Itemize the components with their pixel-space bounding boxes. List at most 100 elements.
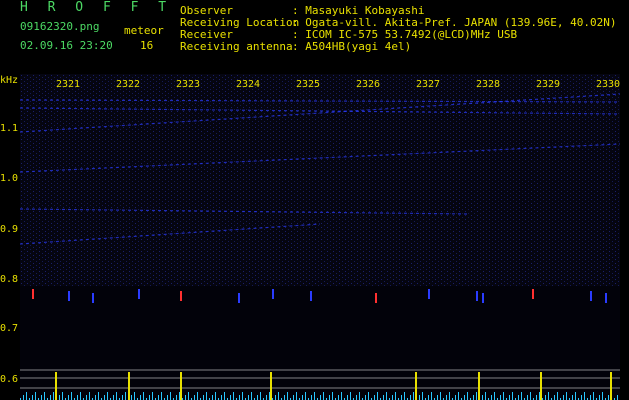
level-bar <box>95 395 96 400</box>
meteor-echo <box>238 293 240 303</box>
level-bar <box>455 395 456 400</box>
level-bar <box>113 395 114 400</box>
level-bar <box>302 395 303 400</box>
level-bar <box>149 395 150 400</box>
level-bar <box>575 392 576 400</box>
level-bar <box>359 392 360 400</box>
meteor-spike <box>478 372 480 400</box>
level-bar <box>320 395 321 400</box>
level-bar <box>431 392 432 400</box>
time-tick-label: 2325 <box>296 79 321 90</box>
level-bar <box>143 392 144 400</box>
meteor-echo <box>375 293 377 303</box>
time-tick-label: 2327 <box>416 79 441 90</box>
level-bar <box>311 395 312 400</box>
detect-label: meteor <box>124 24 164 37</box>
level-bar <box>608 395 609 400</box>
quiet-band <box>20 286 620 400</box>
level-bar <box>458 392 459 400</box>
freq-tick-label: 1.0 <box>0 173 19 184</box>
level-bar <box>53 392 54 400</box>
meteor-echo <box>482 293 484 303</box>
level-bar <box>194 395 195 400</box>
level-bar <box>278 392 279 400</box>
level-bar <box>392 395 393 400</box>
level-bar <box>233 392 234 400</box>
level-bar <box>323 392 324 400</box>
level-bar <box>239 395 240 400</box>
meteor-spike <box>610 372 612 400</box>
level-bar <box>71 392 72 400</box>
level-bar <box>518 395 519 400</box>
freq-tick-label: 1.1 <box>0 123 19 134</box>
level-bar <box>98 392 99 400</box>
level-bar <box>593 392 594 400</box>
level-bar <box>77 395 78 400</box>
level-bar <box>44 392 45 400</box>
level-bar <box>206 392 207 400</box>
meteor-echo <box>605 293 607 303</box>
level-bar <box>437 395 438 400</box>
level-bar <box>275 395 276 400</box>
level-bar <box>584 392 585 400</box>
level-bar <box>260 392 261 400</box>
level-bar <box>368 392 369 400</box>
level-bar <box>383 395 384 400</box>
level-bar <box>539 392 540 400</box>
level-bar <box>224 392 225 400</box>
level-bar <box>413 392 414 400</box>
noise-field <box>20 74 620 286</box>
time-tick-label: 2328 <box>476 79 501 90</box>
level-bar <box>62 392 63 400</box>
level-bar <box>386 392 387 400</box>
level-bar <box>374 395 375 400</box>
level-bar <box>41 395 42 400</box>
level-bar <box>365 395 366 400</box>
level-bar <box>230 395 231 400</box>
meteor-echo <box>32 289 34 299</box>
level-bar <box>167 395 168 400</box>
level-bar <box>242 392 243 400</box>
level-bar <box>566 392 567 400</box>
level-bar <box>131 395 132 400</box>
unit-label: kHz <box>0 75 19 86</box>
level-bar <box>554 395 555 400</box>
level-bar <box>491 395 492 400</box>
level-bar <box>377 392 378 400</box>
level-bar <box>68 395 69 400</box>
level-bar <box>440 392 441 400</box>
level-bar <box>494 392 495 400</box>
meteor-spike <box>540 372 542 400</box>
level-bar <box>602 392 603 400</box>
level-bar <box>467 392 468 400</box>
time-tick-label: 2321 <box>56 79 81 90</box>
meteor-echo <box>92 293 94 303</box>
level-bar <box>347 395 348 400</box>
level-bar <box>215 392 216 400</box>
level-bar <box>449 392 450 400</box>
spectrogram-plot <box>20 74 620 400</box>
level-bar <box>35 392 36 400</box>
level-bar <box>185 395 186 400</box>
level-bar <box>221 395 222 400</box>
level-bar <box>212 395 213 400</box>
freq-tick-label: 0.6 <box>0 374 19 385</box>
level-bar <box>599 395 600 400</box>
level-bar <box>257 395 258 400</box>
level-bar <box>509 395 510 400</box>
level-bar <box>23 395 24 400</box>
level-bar <box>557 392 558 400</box>
time-tick-label: 2323 <box>176 79 201 90</box>
level-bar <box>536 395 537 400</box>
level-bar <box>548 392 549 400</box>
level-bar <box>464 395 465 400</box>
meteor-spike <box>415 372 417 400</box>
level-bar <box>329 395 330 400</box>
level-bar <box>296 392 297 400</box>
level-bar <box>107 392 108 400</box>
level-bar <box>50 395 51 400</box>
time-tick-label: 2326 <box>356 79 381 90</box>
level-bar <box>563 395 564 400</box>
level-bar <box>203 395 204 400</box>
antenna-label: Receiving antenna <box>180 40 293 53</box>
